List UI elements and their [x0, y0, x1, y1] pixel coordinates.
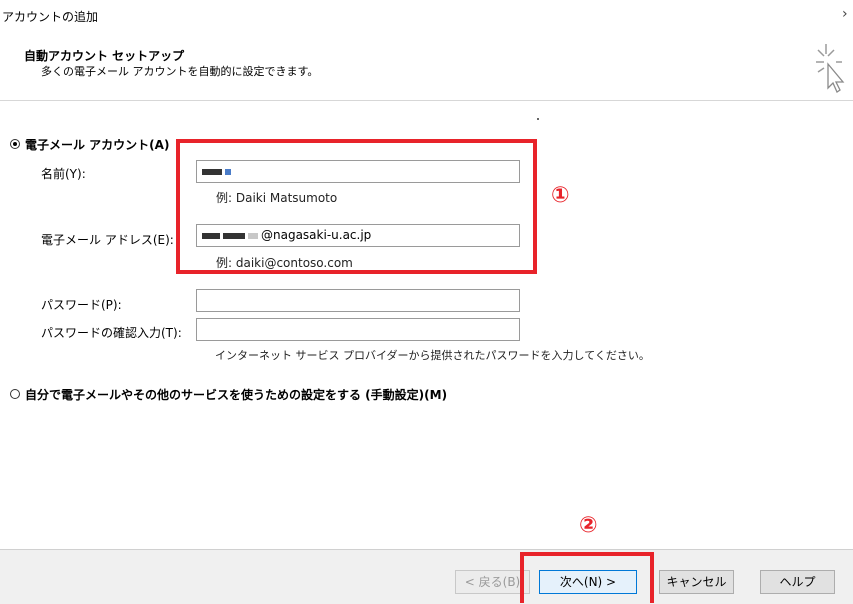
email-label: 電子メール アドレス(E): [41, 233, 174, 247]
manual-setup-radio[interactable] [10, 389, 20, 399]
auto-setup-radio[interactable] [10, 139, 20, 149]
wizard-cursor-icon [812, 40, 848, 96]
header-title: 自動アカウント セットアップ [24, 49, 185, 63]
close-icon[interactable]: › [842, 6, 848, 22]
auto-setup-label[interactable]: 電子メール アカウント(A) [25, 136, 169, 153]
annotation-box-2 [520, 552, 654, 603]
password-confirm-label: パスワードの確認入力(T): [41, 326, 182, 340]
header-subtitle: 多くの電子メール アカウントを自動的に設定できます。 [41, 65, 319, 78]
manual-setup-label[interactable]: 自分で電子メールやその他のサービスを使うための設定をする (手動設定)(M) [25, 386, 447, 403]
password-input[interactable] [196, 289, 520, 312]
annotation-number-1: ① [551, 183, 570, 208]
password-confirm-input[interactable] [196, 318, 520, 341]
back-button[interactable]: < 戻る(B) [455, 570, 530, 594]
password-hint: インターネット サービス プロバイダーから提供されたパスワードを入力してください… [215, 349, 650, 362]
help-button[interactable]: ヘルプ [760, 570, 835, 594]
password-label: パスワード(P): [41, 298, 122, 312]
name-label: 名前(Y): [41, 167, 86, 181]
cancel-button[interactable]: キャンセル [659, 570, 734, 594]
decorative-dot [537, 118, 539, 120]
annotation-number-2: ② [579, 513, 598, 538]
annotation-box-1 [176, 139, 537, 274]
window-title: アカウントの追加 [2, 10, 99, 24]
